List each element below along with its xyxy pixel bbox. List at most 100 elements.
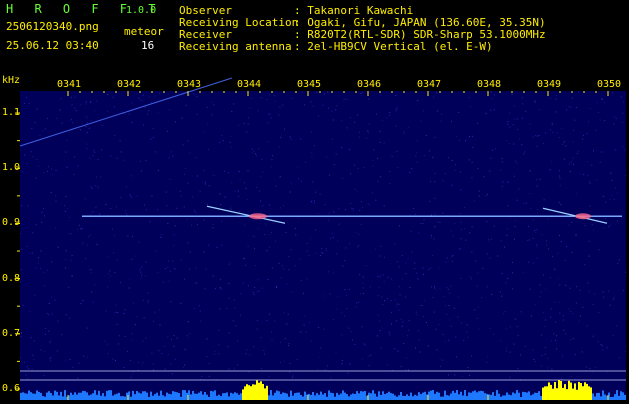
noise-dot — [589, 108, 591, 110]
noise-dot — [568, 106, 570, 108]
noise-dot — [90, 120, 92, 122]
spectrum-bar — [388, 391, 390, 400]
noise-dot — [442, 180, 444, 182]
spectrum-bar — [372, 390, 374, 400]
noise-dot — [416, 140, 418, 142]
spectrum-bar — [112, 395, 114, 400]
noise-dot — [506, 347, 508, 349]
noise-dot — [212, 227, 214, 228]
noise-dot — [267, 122, 269, 124]
noise-dot — [372, 165, 374, 167]
noise-dot — [183, 366, 184, 368]
noise-dot — [605, 218, 607, 220]
noise-dot — [319, 255, 321, 256]
noise-dot — [65, 314, 67, 316]
noise-dot — [512, 272, 513, 274]
noise-dot — [509, 112, 511, 114]
noise-dot — [31, 368, 33, 370]
noise-dot — [521, 97, 523, 99]
noise-dot — [505, 328, 507, 330]
noise-dot — [554, 268, 556, 270]
spectrum-bar — [416, 395, 418, 400]
noise-dot — [141, 170, 143, 172]
noise-dot — [141, 266, 142, 268]
noise-dot — [516, 199, 518, 201]
noise-dot — [379, 276, 381, 278]
noise-dot — [428, 268, 430, 270]
noise-dot — [116, 259, 118, 261]
spectrum-bar — [400, 392, 402, 400]
noise-dot — [589, 182, 591, 184]
noise-dot — [558, 175, 560, 177]
noise-dot — [451, 120, 452, 122]
noise-dot — [86, 327, 88, 329]
noise-dot — [391, 278, 392, 280]
noise-dot — [422, 223, 424, 224]
noise-dot — [534, 303, 536, 305]
noise-dot — [281, 265, 283, 267]
noise-dot — [327, 91, 329, 93]
spectrum-bar — [554, 382, 556, 400]
spectrum-bar — [378, 391, 380, 400]
noise-dot — [549, 129, 551, 131]
noise-dot — [416, 314, 418, 315]
spectrum-bar — [514, 393, 516, 400]
spectrum-bar — [296, 392, 298, 400]
noise-dot — [134, 255, 136, 257]
noise-dot — [271, 159, 273, 161]
spectrum-bar — [530, 395, 532, 400]
noise-dot — [341, 360, 343, 361]
noise-dot — [20, 233, 22, 235]
noise-dot — [333, 164, 335, 166]
noise-dot — [152, 363, 154, 365]
noise-dot — [230, 208, 232, 210]
noise-dot — [289, 191, 291, 193]
noise-dot — [545, 288, 547, 290]
noise-dot — [460, 322, 462, 324]
noise-dot — [539, 109, 540, 111]
noise-dot — [489, 170, 491, 172]
noise-dot — [226, 308, 228, 309]
noise-dot — [291, 182, 292, 184]
noise-dot — [613, 116, 615, 118]
noise-dot — [264, 223, 266, 225]
noise-dot — [382, 120, 384, 121]
noise-dot — [173, 335, 175, 336]
spectrum-bar — [458, 394, 460, 400]
noise-dot — [137, 93, 139, 95]
noise-dot — [134, 324, 136, 326]
noise-dot — [395, 305, 397, 307]
noise-dot — [107, 110, 108, 112]
noise-dot — [509, 326, 511, 328]
spectrum-bar — [598, 392, 600, 400]
spectrum-bar — [292, 395, 294, 400]
noise-dot — [116, 157, 118, 159]
noise-dot — [257, 110, 259, 112]
noise-dot — [543, 274, 544, 276]
noise-dot — [175, 121, 177, 123]
noise-dot — [550, 277, 551, 279]
noise-dot — [86, 117, 88, 119]
spectrum-bar — [230, 392, 232, 400]
noise-dot — [321, 247, 323, 249]
noise-dot — [434, 181, 436, 183]
noise-dot — [513, 343, 515, 345]
noise-dot — [256, 328, 258, 330]
spectrum-bar — [240, 393, 242, 400]
noise-dot — [21, 248, 23, 250]
noise-dot — [513, 118, 515, 120]
spectrum-bar — [242, 389, 244, 400]
noise-dot — [520, 354, 521, 356]
spectrum-bar — [176, 392, 178, 400]
noise-dot — [20, 281, 22, 283]
spectrum-bar — [496, 390, 498, 400]
noise-dot — [603, 296, 604, 298]
noise-dot — [200, 320, 202, 322]
noise-dot — [239, 314, 241, 316]
noise-dot — [51, 313, 53, 315]
noise-dot — [300, 280, 302, 281]
noise-dot — [543, 199, 545, 201]
spectrum-bar — [320, 391, 322, 400]
noise-dot — [618, 357, 620, 359]
noise-dot — [434, 172, 436, 174]
